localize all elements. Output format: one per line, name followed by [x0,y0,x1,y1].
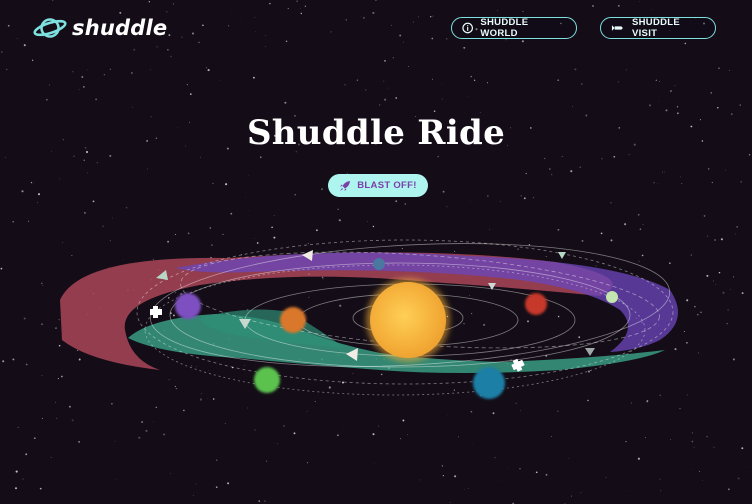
sun-core [370,282,446,358]
pale-green-planet[interactable] [606,291,618,303]
purple-planet[interactable] [175,293,201,319]
orange-planet[interactable] [280,307,306,333]
blue-planet[interactable] [473,367,505,399]
green-planet[interactable] [254,367,280,393]
small-blue-planet[interactable] [373,258,385,270]
red-planet[interactable] [525,293,547,315]
solar-system-ride-map [60,239,678,399]
